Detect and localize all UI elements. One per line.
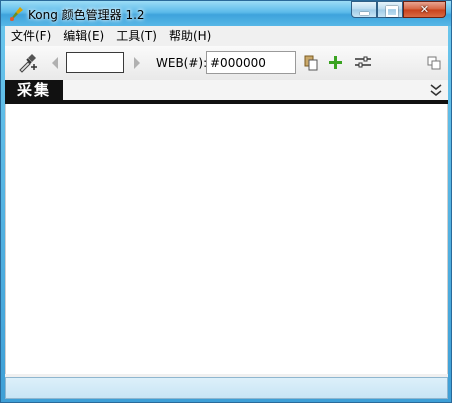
menu-bar: 文件(F) 编辑(E) 工具(T) 帮助(H) [5,26,448,46]
maximize-button[interactable] [377,1,403,18]
eyedropper-icon[interactable] [17,53,37,73]
web-hex-label: WEB(#): [156,56,208,70]
tab-capture[interactable]: 采集 [5,80,63,101]
previous-color-icon[interactable] [51,57,59,69]
maximize-icon [386,6,398,17]
adjust-icon[interactable] [355,56,371,69]
close-icon: ✕ [419,3,430,16]
add-color-icon[interactable] [329,56,342,69]
minimize-icon [360,12,369,15]
minimize-button[interactable] [351,1,377,18]
app-window: Kong 颜色管理器 1.2 ✕ 文件(F) 编辑(E) 工具(T) 帮助(H) [0,0,452,403]
current-color-swatch[interactable] [66,52,124,73]
window-title: Kong 颜色管理器 1.2 [28,8,145,22]
client-area: 文件(F) 编辑(E) 工具(T) 帮助(H) WEB(#): #000000 … [5,26,448,399]
menu-edit[interactable]: 编辑(E) [57,26,110,46]
menu-file[interactable]: 文件(F) [5,26,57,46]
status-bar [5,377,448,399]
color-brush-icon [10,7,23,21]
chevron-double-down-icon[interactable] [430,83,442,97]
title-bar[interactable]: Kong 颜色管理器 1.2 ✕ [1,1,451,26]
detach-window-icon[interactable] [427,56,441,70]
copy-icon[interactable] [304,55,318,71]
next-color-icon[interactable] [133,57,141,69]
capture-panel[interactable] [5,104,448,374]
close-button[interactable]: ✕ [403,1,446,18]
menu-help[interactable]: 帮助(H) [163,26,217,46]
menu-tools[interactable]: 工具(T) [110,26,163,46]
tab-strip: 采集 [5,80,448,101]
hex-color-input[interactable] [206,51,296,74]
